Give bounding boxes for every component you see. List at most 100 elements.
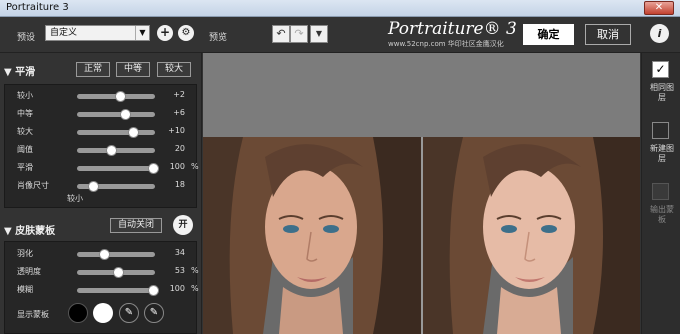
slider-row: 阈值 20: [11, 144, 201, 156]
slider-label: 中等: [17, 109, 33, 118]
slider-knob[interactable]: [120, 109, 132, 120]
mask-toggle-button[interactable]: 开: [173, 215, 193, 235]
slider-track[interactable]: [77, 163, 159, 174]
preset-select[interactable]: 自定义 ▼: [45, 25, 150, 41]
slider-unit: %: [191, 266, 199, 275]
slider-track[interactable]: [77, 267, 155, 278]
slider-value: +2: [173, 90, 185, 99]
slider-row: 肖像尺寸 18: [11, 180, 201, 192]
slider-track[interactable]: [77, 109, 155, 120]
same-layer-label: 相同图层: [650, 83, 674, 102]
slider-label: 羽化: [17, 249, 33, 258]
output-panel: ✓ 相同图层 新建图层 输出蒙板: [641, 53, 680, 334]
slider-value: +6: [173, 108, 185, 117]
add-preset-button[interactable]: +: [157, 25, 173, 41]
slider-knob[interactable]: [114, 91, 126, 102]
slider-label: 肖像尺寸: [17, 181, 49, 190]
slider-label: 较小: [17, 91, 33, 100]
slider-knob[interactable]: [98, 249, 110, 260]
title-bar: Portraiture 3 ✕: [0, 0, 680, 17]
slider-row: 模糊 100%: [11, 284, 201, 296]
preview-label: 预览: [209, 33, 228, 43]
portrait-original-svg: [203, 137, 421, 334]
preset-medium-button[interactable]: 中等: [116, 62, 150, 77]
slider-unit: %: [191, 162, 199, 171]
smoothing-group: 较小 +2 中等 +6 较大 +10 阈值 20 平滑 100% 肖像尺寸 18 较小: [4, 84, 199, 208]
logo-subtitle: www.52cnp.com 华印社区金鹰汉化: [388, 40, 504, 48]
preset-large-button[interactable]: 较大: [157, 62, 191, 77]
info-button[interactable]: i: [650, 24, 669, 43]
preset-label: 预设: [17, 33, 36, 43]
slider-knob[interactable]: [147, 285, 159, 296]
processed-image[interactable]: [423, 137, 640, 334]
slider-row: 中等 +6: [11, 108, 201, 120]
slider-value: +10: [168, 126, 185, 135]
preview-menu-button[interactable]: ▼: [310, 25, 328, 43]
slider-knob[interactable]: [147, 163, 159, 174]
new-layer-label: 新建图层: [650, 144, 674, 163]
chevron-down-icon: ▼: [315, 29, 323, 38]
show-mask-label: 显示蒙板: [17, 310, 49, 319]
slider-value: 20: [174, 144, 185, 153]
slider-knob[interactable]: [106, 145, 118, 156]
ok-button[interactable]: 确定: [523, 24, 574, 45]
slider-label: 平滑: [17, 163, 33, 172]
smoothing-section-header[interactable]: ▼ 平滑: [4, 63, 35, 78]
original-image[interactable]: [203, 137, 421, 334]
skinmask-title: 皮肤蒙板: [15, 226, 56, 237]
slider-track[interactable]: [77, 249, 155, 260]
slider-knob[interactable]: [113, 267, 125, 278]
slider-row: 平滑 100%: [11, 162, 201, 174]
window-title: Portraiture 3: [6, 2, 69, 13]
slider-value: 100: [169, 284, 185, 293]
cancel-button[interactable]: 取消: [585, 24, 631, 45]
eyedropper-icon[interactable]: ✎: [119, 303, 139, 323]
undo-button[interactable]: ↶: [272, 25, 290, 43]
slider-value: 34: [174, 248, 185, 257]
slider-unit: %: [191, 284, 199, 293]
redo-icon: ↷: [294, 27, 304, 40]
slider-label: 模糊: [17, 285, 33, 294]
preview-area[interactable]: [203, 53, 640, 334]
slider-row: 较小 +2: [11, 90, 201, 102]
portrait-size-caption: 较小: [67, 194, 83, 203]
slider-label: 阈值: [17, 145, 33, 154]
collapse-triangle-icon: ▼: [4, 67, 16, 78]
app-window: Portraiture 3 ✕ 预设 预览 自定义 ▼ + ⚙ ↶ ↷ ▼ Po…: [0, 0, 680, 334]
auto-off-button[interactable]: 自动关闭: [110, 218, 162, 233]
preset-normal-button[interactable]: 正常: [76, 62, 110, 77]
new-layer-checkbox[interactable]: [652, 122, 669, 139]
slider-track[interactable]: [77, 181, 155, 192]
slider-row: 较大 +10: [11, 126, 201, 138]
smoothing-title: 平滑: [15, 67, 36, 78]
slider-knob[interactable]: [128, 127, 140, 138]
settings-panel: ▼ 平滑 正常 中等 较大 较小 +2 中等 +6 较大 +10 阈值 20 平滑 100% 肖像尺…: [0, 53, 202, 334]
output-mask-label: 输出蒙板: [650, 205, 674, 224]
slider-label: 透明度: [17, 267, 41, 276]
skinmask-section-header[interactable]: ▼ 皮肤蒙板: [4, 222, 55, 237]
app-logo: Portraiture® 3: [388, 19, 517, 39]
slider-track[interactable]: [77, 127, 155, 138]
slider-value: 100: [169, 162, 185, 171]
black-swatch[interactable]: [68, 303, 88, 323]
slider-track[interactable]: [77, 285, 159, 296]
same-layer-checkbox[interactable]: ✓: [652, 61, 669, 78]
slider-label: 较大: [17, 127, 33, 136]
redo-button[interactable]: ↷: [290, 25, 308, 43]
eyedropper-plus-icon[interactable]: ✎: [144, 303, 164, 323]
gear-icon[interactable]: ⚙: [178, 25, 194, 41]
preset-value: 自定义: [50, 28, 78, 38]
slider-row: 羽化 34: [11, 248, 201, 260]
preview-gray-area: [203, 53, 640, 137]
slider-knob[interactable]: [87, 181, 99, 192]
output-mask-checkbox[interactable]: [652, 183, 669, 200]
slider-value: 53: [174, 266, 185, 275]
portrait-processed-svg: [423, 137, 640, 334]
collapse-triangle-icon: ▼: [4, 226, 16, 237]
white-swatch[interactable]: [93, 303, 113, 323]
chevron-down-icon: ▼: [135, 26, 149, 40]
slider-track[interactable]: [77, 145, 155, 156]
slider-value: 18: [174, 180, 185, 189]
slider-track[interactable]: [77, 91, 155, 102]
close-button[interactable]: ✕: [644, 1, 674, 15]
